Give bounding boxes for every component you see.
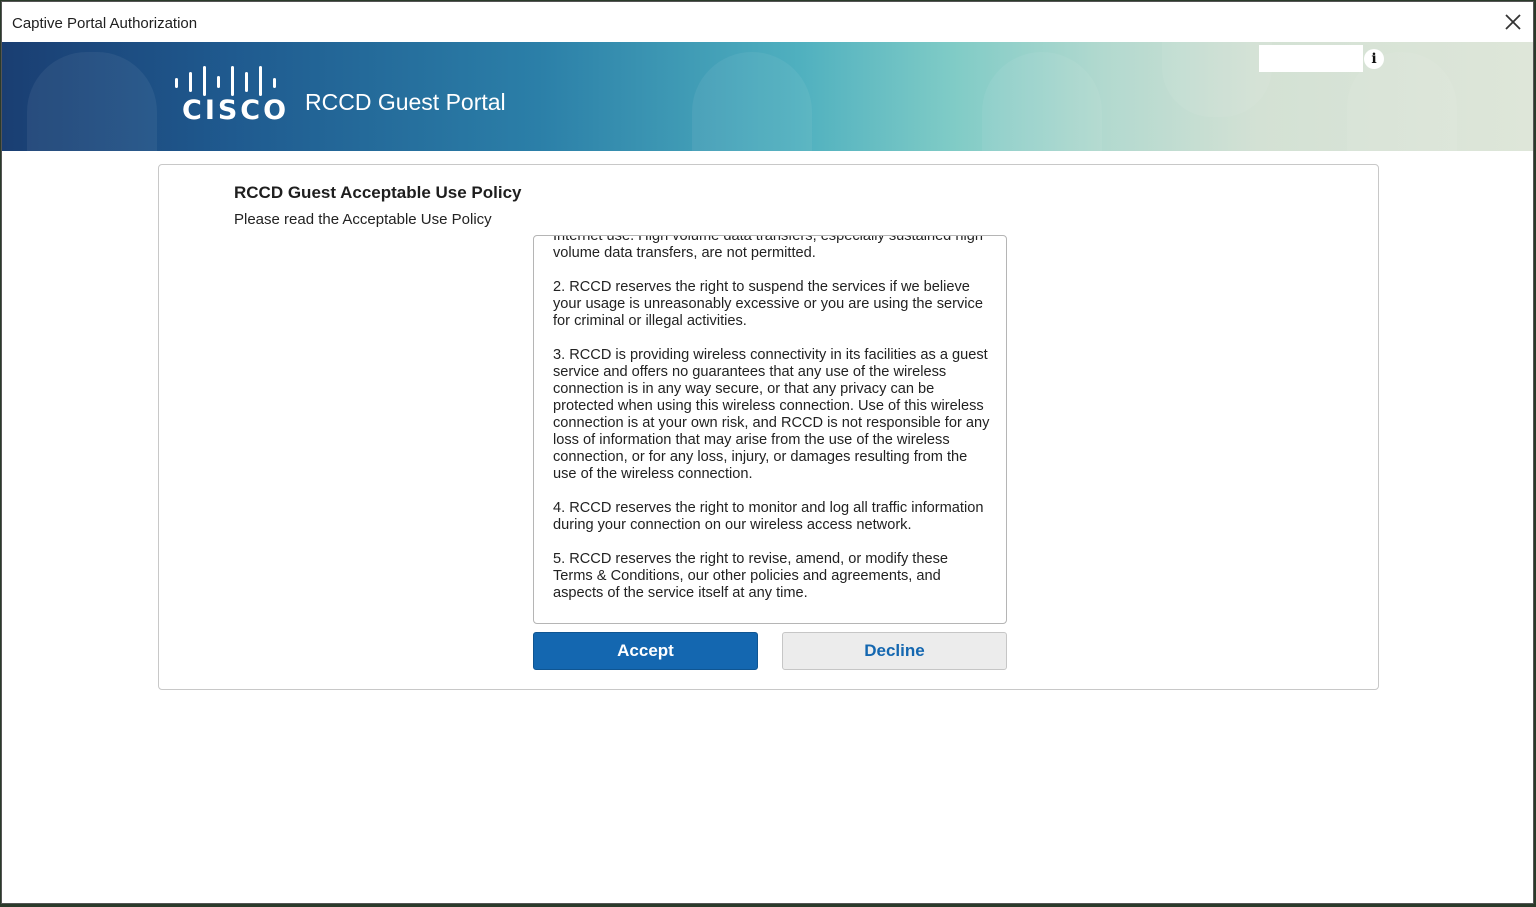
cisco-logo-text: CISCO: [182, 95, 290, 126]
policy-heading: RCCD Guest Acceptable Use Policy: [234, 183, 522, 202]
policy-subheading: Please read the Acceptable Use Policy: [234, 211, 492, 228]
cisco-logo: CISCO: [172, 64, 286, 126]
close-icon[interactable]: [1501, 10, 1525, 34]
aup-paragraph: 2. RCCD reserves the right to suspend th…: [553, 279, 983, 329]
title-bar: Captive Portal Authorization: [2, 2, 1533, 43]
policy-card: RCCD Guest Acceptable Use Policy Please …: [158, 164, 1379, 690]
banner-decoration: [27, 52, 157, 151]
window-title: Captive Portal Authorization: [12, 15, 198, 32]
aup-text-scroll-area[interactable]: Internet use. High volume data transfers…: [533, 235, 1007, 624]
aup-paragraph: 4. RCCD reserves the right to monitor an…: [553, 500, 984, 533]
banner-decoration: [982, 52, 1102, 151]
portal-banner: CISCO RCCD Guest Portal i: [2, 42, 1533, 151]
language-selector[interactable]: [1259, 45, 1363, 72]
aup-paragraph: 5. RCCD reserves the right to revise, am…: [553, 551, 949, 601]
accept-button[interactable]: Accept: [533, 632, 758, 670]
captive-portal-window: Captive Portal Authorization CISCO RCCD …: [1, 1, 1534, 904]
banner-decoration: [1162, 42, 1272, 117]
aup-text: Internet use. High volume data transfers…: [553, 235, 991, 619]
aup-paragraph: Internet use. High volume data transfers…: [553, 235, 983, 261]
info-icon[interactable]: i: [1364, 49, 1384, 69]
aup-paragraph: 3. RCCD is providing wireless connectivi…: [553, 347, 990, 482]
banner-decoration: [692, 52, 812, 151]
portal-title: RCCD Guest Portal: [305, 89, 506, 115]
banner-decoration: [1347, 52, 1457, 151]
decline-button[interactable]: Decline: [782, 632, 1007, 670]
